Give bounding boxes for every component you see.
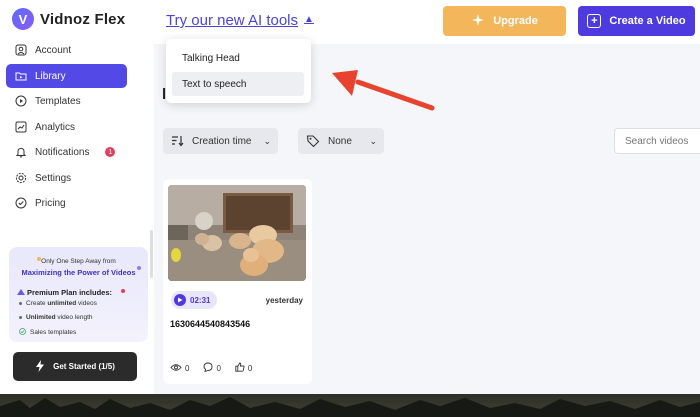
sidebar-item-account[interactable]: Account (6, 38, 127, 62)
promo-feature: Create unlimited videos (19, 300, 97, 307)
bullet-dot (19, 316, 22, 319)
pricing-icon (15, 197, 27, 209)
promo-headline: Only One Step Away from (41, 258, 116, 265)
video-thumbnail[interactable] (168, 185, 306, 281)
sidebar-item-pricing[interactable]: Pricing (6, 191, 127, 215)
search-input[interactable] (614, 128, 700, 154)
sidebar-item-templates[interactable]: Templates (6, 89, 127, 113)
sidebar-item-label: Analytics (35, 121, 76, 133)
upgrade-button[interactable]: Upgrade (443, 6, 566, 36)
sidebar-item-notifications[interactable]: Notifications 1 (6, 140, 127, 164)
check-icon (19, 328, 26, 337)
user-icon (15, 44, 27, 56)
dropdown-item-text-to-speech[interactable]: Text to speech (172, 72, 304, 96)
notification-badge: 1 (105, 147, 116, 157)
ai-tools-link[interactable]: Try our new AI tools ▲ (166, 12, 314, 29)
play-icon (174, 294, 186, 306)
bell-icon (15, 146, 27, 158)
upgrade-label: Upgrade (493, 15, 538, 27)
ai-tools-dropdown: Talking Head Text to speech (166, 39, 311, 103)
ai-tools-label: Try our new AI tools (166, 12, 298, 29)
chevron-down-icon: ⌄ (263, 135, 271, 146)
brand-name: Vidnoz Flex (40, 10, 126, 28)
sparkle-icon (471, 13, 485, 30)
comment-icon (203, 362, 213, 374)
create-video-label: Create a Video (609, 15, 686, 27)
promo-subheadline: Maximizing the Power of Videos (21, 268, 136, 277)
sidebar-item-label: Templates (35, 95, 81, 107)
tag-icon (306, 134, 320, 148)
views-count: 0 (185, 363, 190, 373)
brand-logo: V (12, 8, 34, 30)
promo-plan-title: Premium Plan includes: (27, 288, 113, 297)
video-date: yesterday (265, 296, 303, 305)
video-stats: 0 0 0 (170, 362, 252, 374)
chevron-down-icon: ⌄ (369, 135, 377, 146)
promo-feature-text: Create unlimited videos (26, 300, 97, 307)
video-card[interactable]: 02:31 yesterday 1630644540843546 0 0 0 (163, 179, 312, 384)
sidebar-item-label: Pricing (35, 197, 66, 209)
chevron-up-icon: ▲ (304, 14, 314, 25)
sidebar-item-label: Notifications (35, 146, 90, 158)
promo-feature: Unlimited video length (19, 314, 93, 321)
tag-filter-label: None (328, 135, 352, 147)
get-started-label: Get Started (1/5) (53, 362, 115, 371)
sidebar-item-label: Settings (35, 172, 72, 184)
decor-triangle (17, 289, 25, 295)
play-duration-button[interactable]: 02:31 (171, 291, 217, 309)
sidebar-item-settings[interactable]: Settings (6, 166, 127, 190)
likes-stat: 0 (235, 362, 252, 374)
sidebar-scrollbar[interactable] (150, 230, 153, 278)
comments-count: 0 (216, 363, 221, 373)
promo-feature-text: Sales templates (30, 329, 77, 336)
analytics-icon (15, 121, 27, 133)
comments-stat: 0 (203, 362, 221, 374)
video-title[interactable]: 1630644540843546 (170, 319, 250, 329)
background-image-strip (0, 394, 700, 417)
lightning-icon (35, 359, 45, 374)
video-duration: 02:31 (190, 295, 211, 305)
templates-icon (15, 95, 27, 107)
likes-count: 0 (247, 363, 253, 373)
sidebar-item-analytics[interactable]: Analytics (6, 115, 127, 139)
annotation-arrow (332, 70, 435, 111)
sidebar-item-label: Library (35, 70, 66, 82)
create-video-button[interactable]: + Create a Video (578, 6, 695, 36)
sort-label: Creation time (192, 135, 252, 147)
promo-feature: Sales templates (19, 328, 76, 337)
sort-creation-time-select[interactable]: Creation time ⌄ (163, 128, 278, 154)
views-stat: 0 (170, 362, 189, 374)
eye-icon (170, 363, 182, 374)
tag-filter-select[interactable]: None ⌄ (298, 128, 384, 154)
sidebar-item-label: Account (35, 44, 72, 56)
sidebar-item-library[interactable]: Library (6, 64, 127, 88)
plus-icon: + (587, 14, 602, 28)
premium-promo: Only One Step Away from Maximizing the P… (9, 247, 148, 342)
promo-feature-text: Unlimited video length (26, 314, 93, 321)
thumbs-up-icon (235, 362, 245, 374)
gear-icon (15, 172, 27, 184)
folder-icon (15, 70, 27, 82)
get-started-button[interactable]: Get Started (1/5) (13, 352, 137, 381)
decor-dot (121, 289, 125, 293)
brand[interactable]: V Vidnoz Flex (12, 8, 125, 30)
sort-icon (171, 135, 184, 147)
dropdown-item-talking-head[interactable]: Talking Head (172, 46, 304, 70)
bullet-dot (19, 302, 22, 305)
